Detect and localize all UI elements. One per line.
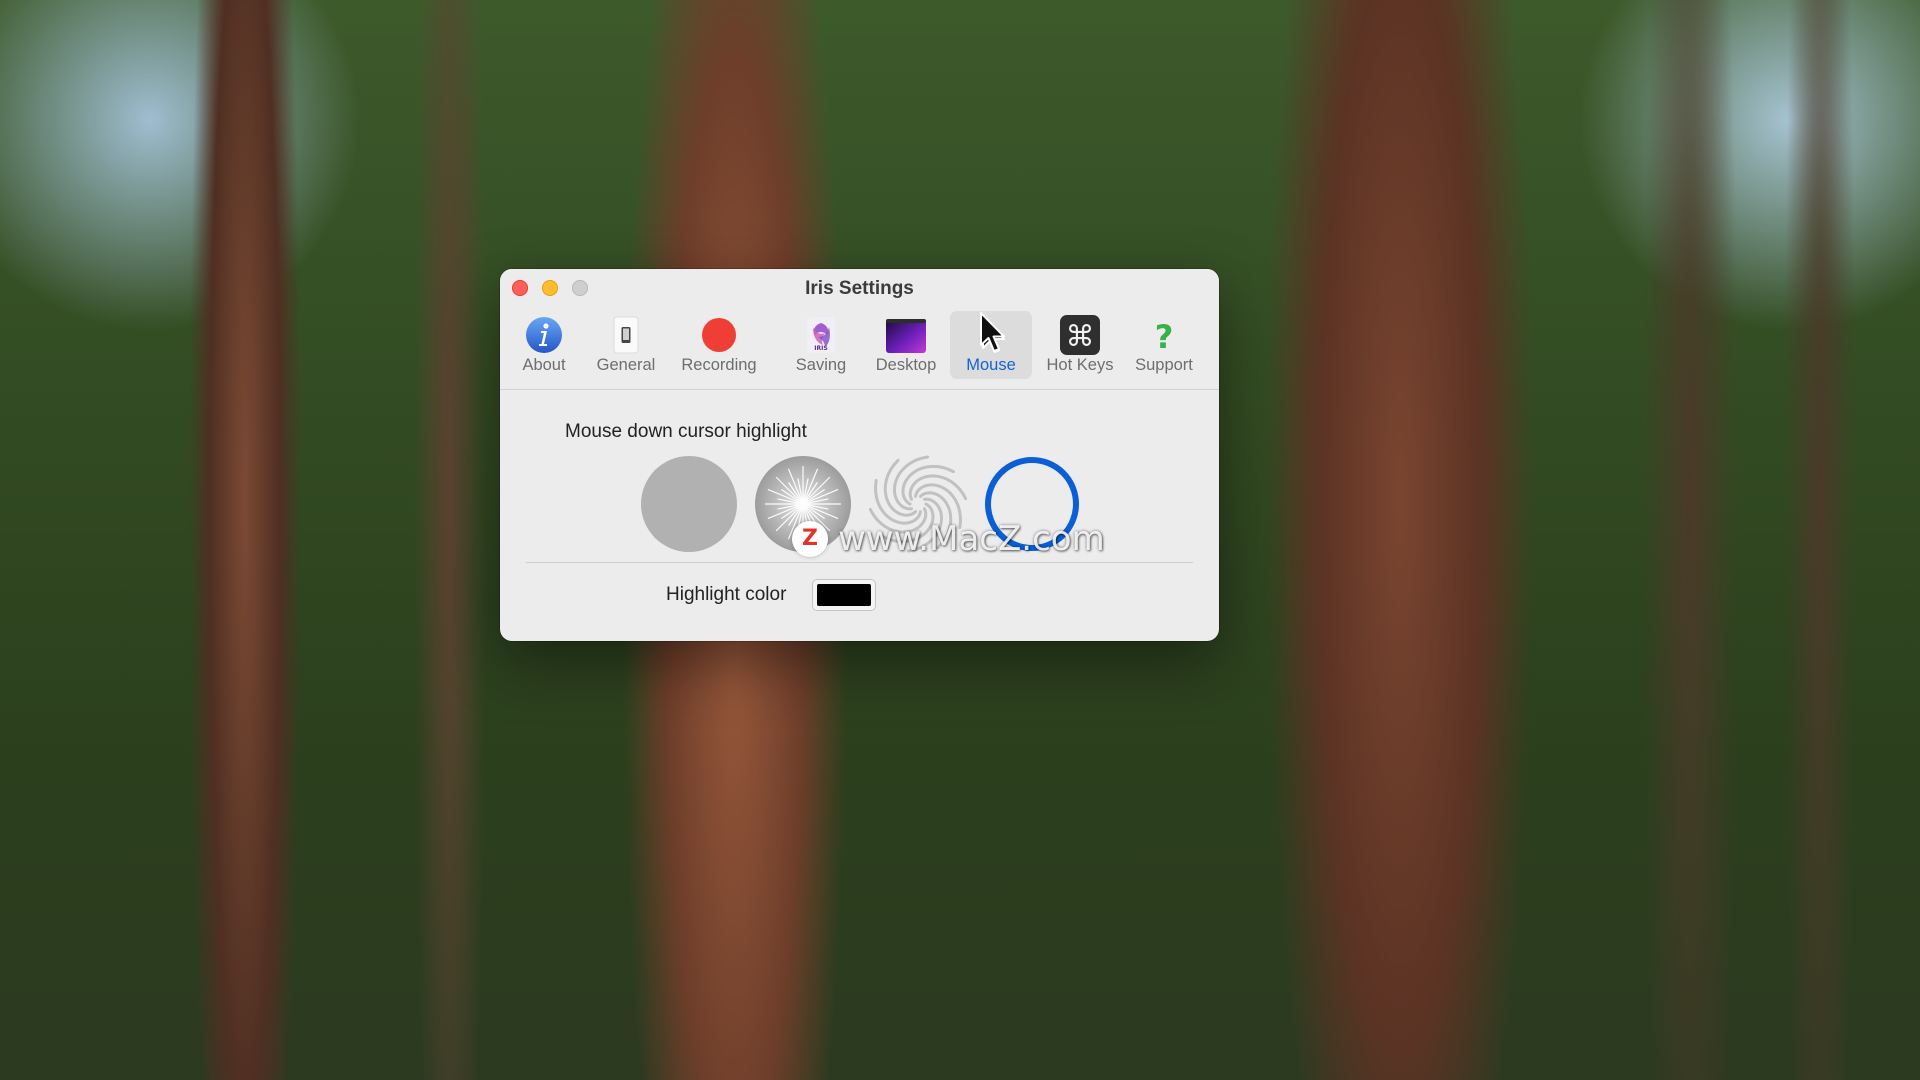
phone-icon: [613, 316, 639, 354]
window-title: Iris Settings: [805, 278, 914, 299]
tab-desktop[interactable]: Desktop: [870, 311, 942, 379]
highlight-color-well[interactable]: [812, 579, 876, 611]
record-icon: [702, 318, 736, 352]
highlight-color-label: Highlight color: [666, 584, 787, 605]
watermark-text: www.MacZ.com: [838, 519, 1105, 559]
svg-text:?: ?: [1155, 318, 1174, 355]
tab-support-label: Support: [1135, 356, 1193, 374]
command-key-icon: ⌘: [1060, 315, 1100, 355]
mouse-cursor-icon: [980, 312, 1005, 352]
tab-hot-keys[interactable]: ⌘ Hot Keys: [1038, 311, 1122, 379]
tab-about-label: About: [522, 356, 566, 374]
tab-saving[interactable]: IRIS Saving: [786, 311, 856, 379]
tab-general-label: General: [596, 356, 656, 374]
tab-recording[interactable]: Recording: [674, 311, 764, 379]
svg-text:IRIS: IRIS: [814, 345, 827, 352]
mouse-settings-pane: Mouse down cursor highlight Highlight co…: [500, 390, 1219, 641]
tab-desktop-label: Desktop: [875, 356, 937, 374]
divider: [526, 562, 1193, 563]
tab-about[interactable]: About: [514, 311, 574, 379]
desktop-wallpaper-icon: [886, 319, 926, 353]
tab-general[interactable]: General: [588, 311, 664, 379]
iris-app-icon: IRIS: [807, 317, 835, 353]
highlight-color-swatch: [817, 584, 871, 606]
highlight-style-solid-circle[interactable]: [640, 455, 738, 553]
question-icon: ?: [1155, 318, 1174, 355]
tab-support[interactable]: ? Support: [1128, 311, 1200, 379]
window-toolbar: Iris Settings About General Recording IR…: [500, 269, 1219, 390]
watermark-badge: Z: [792, 521, 828, 557]
tab-mouse-label: Mouse: [966, 356, 1016, 374]
svg-text:⌘: ⌘: [1066, 319, 1095, 353]
tab-saving-label: Saving: [795, 356, 847, 374]
section-title: Mouse down cursor highlight: [565, 421, 807, 442]
tab-recording-label: Recording: [681, 356, 757, 374]
settings-window: Iris Settings About General Recording IR…: [500, 269, 1219, 641]
tab-hot-keys-label: Hot Keys: [1046, 356, 1114, 374]
info-icon: [526, 317, 562, 353]
